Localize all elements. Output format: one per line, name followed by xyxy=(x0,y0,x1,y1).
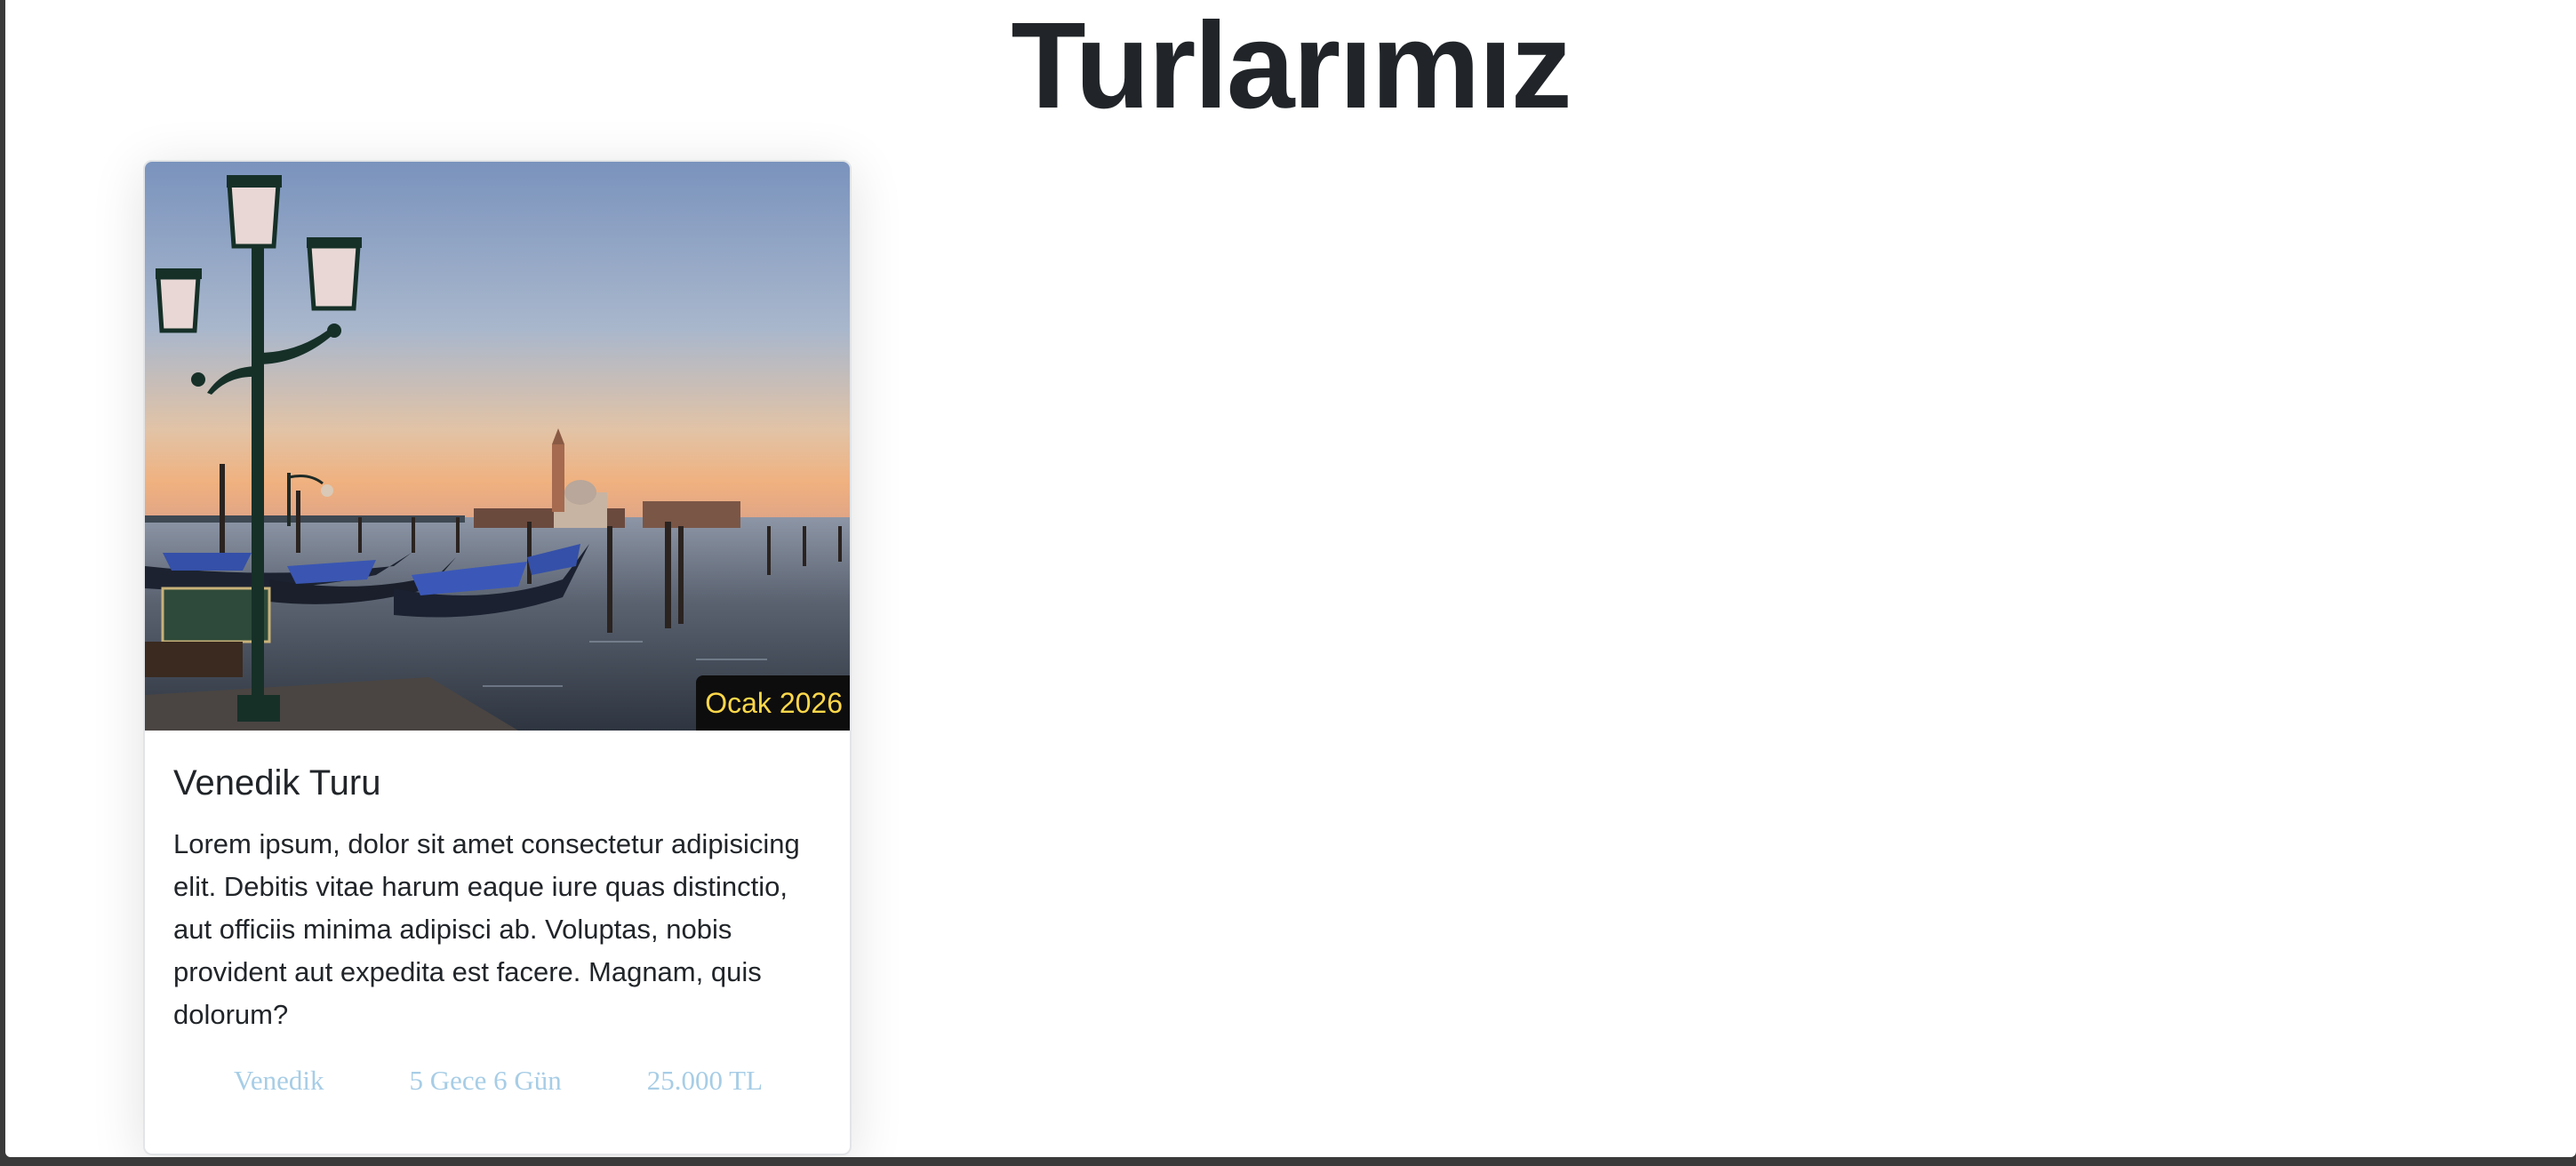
tour-location: Venedik xyxy=(233,1065,324,1096)
tour-meta: Venedik 5 Gece 6 Gün 25.000 TL xyxy=(173,1065,823,1097)
tour-description: Lorem ipsum, dolor sit amet consectetur … xyxy=(173,828,800,1030)
date-badge: Ocak 2026 xyxy=(696,675,850,731)
tour-duration: 5 Gece 6 Gün xyxy=(409,1065,562,1096)
page-frame: Turlarımız Ocak 2026 Venedik Turu Lorem … xyxy=(5,0,2576,1157)
tour-title[interactable]: Venedik Turu xyxy=(173,763,823,803)
tour-image: Ocak 2026 xyxy=(145,162,850,731)
page-title: Turlarımız xyxy=(1011,0,1572,134)
tour-price: 25.000 TL xyxy=(646,1065,764,1096)
tour-card[interactable]: Ocak 2026 Venedik Turu Lorem ipsum, dolo… xyxy=(143,160,852,1155)
card-body: Venedik Turu Lorem ipsum, dolor sit amet… xyxy=(145,731,850,1097)
